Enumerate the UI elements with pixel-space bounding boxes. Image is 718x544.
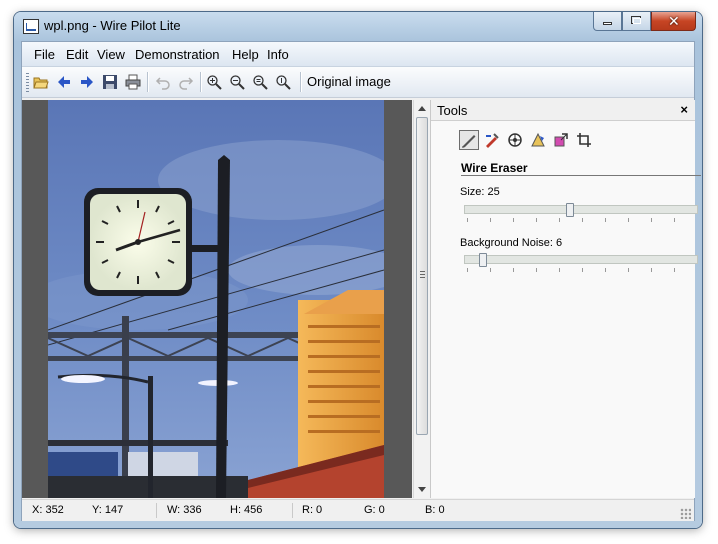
size-slider-ticks (467, 218, 697, 222)
section-divider (461, 175, 701, 176)
app-icon (23, 19, 39, 34)
wire-eraser-icon[interactable] (459, 130, 479, 150)
open-folder-icon[interactable] (31, 72, 51, 92)
perspective-icon[interactable] (528, 130, 548, 150)
scroll-thumb[interactable] (416, 117, 428, 435)
status-b: B: 0 (425, 504, 445, 516)
close-button[interactable]: ✕ (651, 12, 696, 31)
target-icon[interactable] (505, 130, 525, 150)
size-label: Size: 25 (460, 186, 500, 198)
redo-icon[interactable] (176, 72, 196, 92)
status-height: H: 456 (230, 504, 263, 516)
size-slider-thumb[interactable] (566, 203, 574, 217)
status-separator (156, 503, 157, 518)
menu-info[interactable]: Info (267, 47, 289, 62)
noise-slider-thumb[interactable] (479, 253, 487, 267)
toolbar-separator (300, 72, 301, 92)
photo-image (48, 100, 384, 498)
menu-file[interactable]: File (34, 47, 55, 62)
zoom-out-icon[interactable] (227, 72, 247, 92)
toolbar-separator (200, 72, 201, 92)
tools-panel: Tools × Wire Eraser Size: 25 Background … (430, 100, 701, 498)
toolbar-separator (147, 72, 148, 92)
menu-view[interactable]: View (97, 47, 125, 62)
menu-demonstration[interactable]: Demonstration (135, 47, 220, 62)
section-title: Wire Eraser (461, 161, 528, 175)
undo-icon[interactable] (153, 72, 173, 92)
maximize-button[interactable] (622, 12, 651, 31)
minimize-icon (603, 22, 612, 25)
status-r: R: 0 (302, 504, 323, 516)
window-title: wpl.png - Wire Pilot Lite (44, 18, 181, 33)
title-bar[interactable]: wpl.png - Wire Pilot Lite ✕ (14, 12, 702, 40)
noise-slider-ticks (467, 268, 697, 272)
original-image-button[interactable]: Original image (307, 74, 391, 89)
menu-bar: File Edit View Demonstration Help Info (22, 42, 694, 67)
tools-close-button[interactable]: × (680, 102, 688, 117)
zoom-actual-icon[interactable] (273, 72, 293, 92)
maximize-icon (631, 16, 641, 24)
tools-header: Tools × (431, 100, 695, 121)
zoom-in-icon[interactable] (204, 72, 224, 92)
toolbar: Original image (22, 67, 694, 98)
noise-slider[interactable] (464, 253, 698, 267)
size-slider[interactable] (464, 203, 698, 217)
menu-help[interactable]: Help (232, 47, 259, 62)
tools-title: Tools (437, 103, 468, 118)
print-icon[interactable] (123, 72, 143, 92)
crop-icon[interactable] (574, 130, 594, 150)
resize-icon[interactable] (551, 130, 571, 150)
caption-buttons: ✕ (593, 12, 696, 31)
client-area: File Edit View Demonstration Help Info O… (21, 41, 701, 521)
noise-label: Background Noise: 6 (460, 237, 563, 249)
menu-edit[interactable]: Edit (66, 47, 88, 62)
scroll-down-icon[interactable] (418, 487, 426, 492)
scroll-up-icon[interactable] (418, 106, 426, 111)
status-bar: X: 352 Y: 147 W: 336 H: 456 R: 0 G: 0 B:… (22, 499, 694, 521)
status-separator (292, 503, 293, 518)
back-arrow-icon[interactable] (54, 72, 74, 92)
photo-canvas[interactable] (48, 100, 384, 498)
status-width: W: 336 (167, 504, 202, 516)
grip-icon (420, 271, 425, 278)
status-g: G: 0 (364, 504, 385, 516)
image-viewport[interactable] (22, 100, 412, 498)
resize-grip-icon[interactable] (680, 508, 691, 519)
status-x: X: 352 (32, 504, 64, 516)
save-icon[interactable] (100, 72, 120, 92)
app-window: wpl.png - Wire Pilot Lite ✕ File Edit Vi… (14, 12, 702, 528)
clone-brush-icon[interactable] (482, 130, 502, 150)
status-y: Y: 147 (92, 504, 124, 516)
close-icon: ✕ (668, 13, 680, 29)
zoom-fit-icon[interactable] (250, 72, 270, 92)
vertical-scrollbar[interactable] (413, 100, 431, 498)
minimize-button[interactable] (593, 12, 622, 31)
toolbar-grip[interactable] (26, 73, 29, 92)
forward-arrow-icon[interactable] (77, 72, 97, 92)
